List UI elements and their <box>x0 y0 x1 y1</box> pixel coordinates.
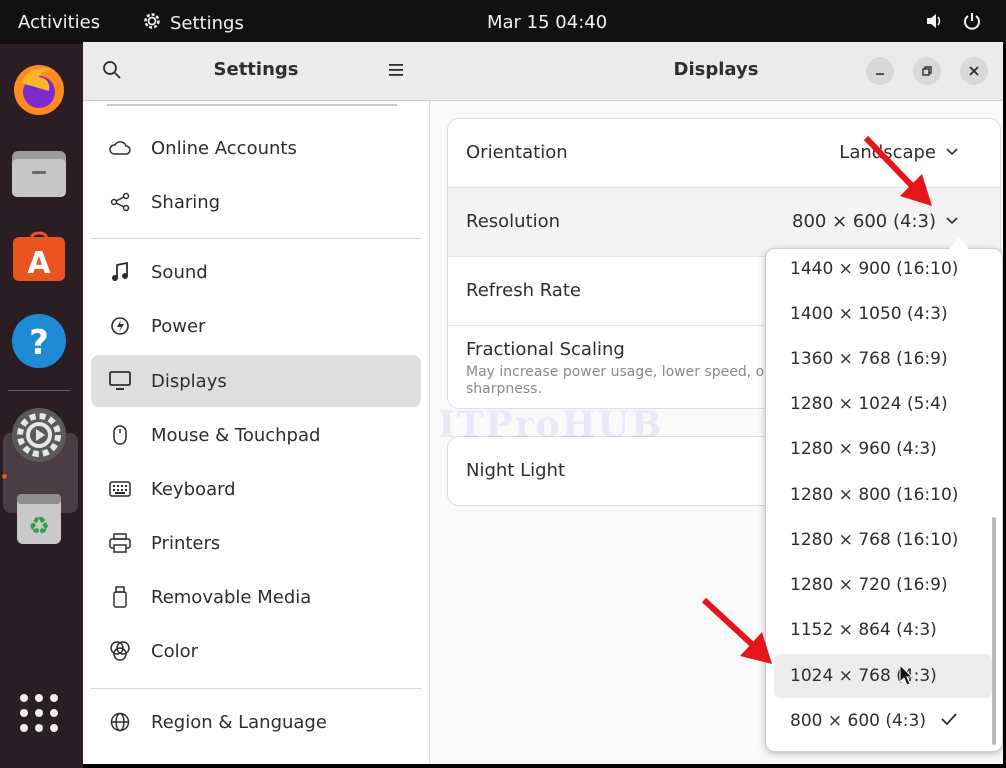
music-note-icon <box>99 262 141 282</box>
fractional-scaling-label: Fractional Scaling <box>466 339 625 360</box>
sidebar-item-label: Removable Media <box>151 586 312 608</box>
sidebar-item-label: Color <box>151 640 198 662</box>
share-icon <box>99 192 141 212</box>
volume-icon <box>924 11 944 36</box>
resolution-option[interactable]: 1440 × 900 (16:10) <box>774 247 992 291</box>
sidebar: Settings Online Accounts Sharing Sound P… <box>83 42 430 764</box>
help-icon[interactable]: ? <box>10 312 68 370</box>
annotation-arrow-icon <box>862 134 936 214</box>
printer-icon <box>99 533 141 553</box>
dock-separator <box>8 390 70 391</box>
refresh-rate-label: Refresh Rate <box>466 280 581 301</box>
sidebar-item-label: Keyboard <box>151 478 236 500</box>
power-icon <box>99 316 141 336</box>
hamburger-menu-icon[interactable] <box>389 62 405 81</box>
files-icon[interactable] <box>10 144 68 202</box>
resolution-option-hovered[interactable]: 1024 × 768 (4:3) <box>774 654 992 698</box>
resolution-option-selected[interactable]: 800 × 600 (4:3) <box>774 699 992 743</box>
globe-icon <box>99 712 141 732</box>
sidebar-item-color[interactable]: Color <box>91 625 421 677</box>
sidebar-header: Settings <box>83 42 429 101</box>
cloud-icon <box>99 140 141 156</box>
resolution-value: 800 × 600 (4:3) <box>792 211 936 232</box>
svg-text:♻: ♻ <box>28 512 50 540</box>
resolution-option[interactable]: 1152 × 864 (4:3) <box>774 608 992 652</box>
fractional-scaling-description-cont: sharpness. <box>466 381 542 397</box>
svg-text:?: ? <box>29 323 49 363</box>
sidebar-item-sharing[interactable]: Sharing <box>91 176 421 228</box>
sidebar-item-label: Mouse & Touchpad <box>151 424 321 446</box>
sidebar-item-label: Sharing <box>151 191 221 213</box>
content-header: Displays <box>429 42 1003 101</box>
minimize-button[interactable] <box>866 57 894 85</box>
svg-text:A: A <box>27 246 51 281</box>
restore-icon <box>921 62 933 81</box>
night-light-label: Night Light <box>466 460 565 481</box>
gear-icon <box>142 11 162 36</box>
running-indicator <box>2 474 7 479</box>
resolution-option[interactable]: 1280 × 960 (4:3) <box>774 427 992 471</box>
mouse-icon <box>99 425 141 445</box>
sidebar-divider <box>91 238 421 239</box>
sidebar-item-label: Power <box>151 315 206 337</box>
close-icon <box>968 62 980 81</box>
color-icon <box>99 640 141 662</box>
software-icon[interactable]: A <box>10 228 68 286</box>
resolution-option[interactable]: 1280 × 720 (16:9) <box>774 563 992 607</box>
checkmark-icon <box>940 711 958 731</box>
usb-icon <box>99 586 141 608</box>
popover-pointer <box>949 238 969 249</box>
show-apps-icon[interactable] <box>10 684 68 742</box>
sidebar-item-region-language[interactable]: Region & Language <box>91 696 421 748</box>
activities-button[interactable]: Activities <box>18 12 100 33</box>
sidebar-item-sound[interactable]: Sound <box>91 246 421 298</box>
orientation-label: Orientation <box>466 142 568 163</box>
resolution-option[interactable]: 1280 × 800 (16:10) <box>774 473 992 517</box>
mouse-cursor-icon <box>899 663 914 690</box>
dock: A ? ♻ <box>0 44 83 768</box>
resolution-option[interactable]: 1280 × 768 (16:10) <box>774 518 992 562</box>
top-bar: Activities Settings Mar 15 04:40 <box>0 0 1006 44</box>
sidebar-item-keyboard[interactable]: Keyboard <box>91 463 421 515</box>
monitor-icon <box>99 371 141 391</box>
sidebar-item-online-accounts[interactable]: Online Accounts <box>91 122 421 174</box>
sidebar-item-label: Sound <box>151 261 208 283</box>
fractional-scaling-description: May increase power usage, lower speed, o… <box>466 364 770 380</box>
sidebar-title: Settings <box>213 59 299 80</box>
resolution-dropdown: 1440 × 900 (16:10) 1400 × 1050 (4:3) 136… <box>765 248 1003 752</box>
sidebar-item-mouse-touchpad[interactable]: Mouse & Touchpad <box>91 409 421 461</box>
maximize-button[interactable] <box>913 57 941 85</box>
sidebar-item-label: Displays <box>151 370 227 392</box>
chevron-down-icon <box>944 143 960 164</box>
scrolled-item-remnant <box>107 100 397 106</box>
chevron-down-icon <box>944 212 960 233</box>
close-button[interactable] <box>960 57 988 85</box>
firefox-icon[interactable] <box>10 60 68 118</box>
sidebar-item-label: Region & Language <box>151 711 327 733</box>
keyboard-icon <box>99 481 141 497</box>
settings-icon[interactable] <box>10 406 68 464</box>
power-icon <box>962 11 982 36</box>
sidebar-item-label: Printers <box>151 532 221 554</box>
scrollbar[interactable] <box>992 517 996 745</box>
app-menu-label: Settings <box>170 13 244 34</box>
sidebar-item-printers[interactable]: Printers <box>91 517 421 569</box>
trash-icon[interactable]: ♻ <box>10 490 68 548</box>
sidebar-item-displays[interactable]: Displays <box>91 355 421 407</box>
minimize-icon <box>874 62 886 81</box>
sidebar-item-power[interactable]: Power <box>91 300 421 352</box>
system-menu[interactable] <box>924 11 982 36</box>
sidebar-item-removable-media[interactable]: Removable Media <box>91 571 421 623</box>
app-menu[interactable]: Settings <box>142 11 244 36</box>
resolution-option[interactable]: 1280 × 1024 (5:4) <box>774 382 992 426</box>
resolution-option[interactable]: 1400 × 1050 (4:3) <box>774 292 992 336</box>
clock[interactable]: Mar 15 04:40 <box>487 12 607 33</box>
resolution-option[interactable]: 1360 × 768 (16:9) <box>774 337 992 381</box>
watermark: ITProHUB <box>438 404 664 446</box>
annotation-arrow-icon <box>700 596 776 672</box>
resolution-label: Resolution <box>466 211 561 232</box>
sidebar-divider <box>91 688 421 689</box>
sidebar-item-label: Online Accounts <box>151 137 297 159</box>
